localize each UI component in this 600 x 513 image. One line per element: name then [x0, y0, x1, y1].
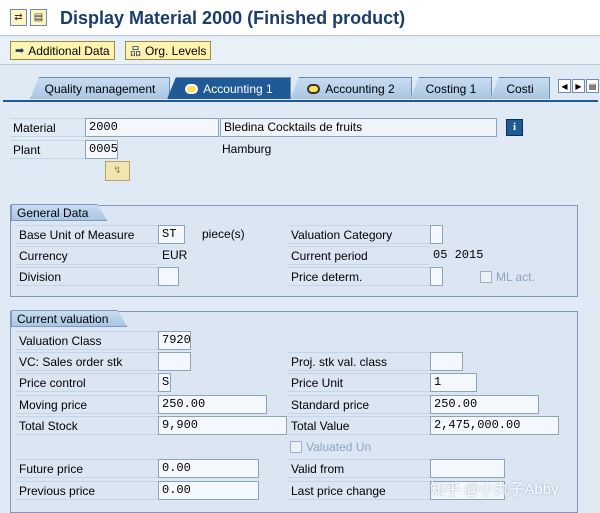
total-stock-field[interactable]: 9,900 [158, 416, 287, 435]
previous-price-label: Previous price [16, 481, 158, 500]
valuated-un-checkbox[interactable] [290, 441, 302, 453]
total-value-label: Total Value [288, 416, 430, 435]
valid-from-label: Valid from [288, 459, 430, 478]
tab-costing-2[interactable]: Costi [490, 77, 550, 99]
tab-accounting-2[interactable]: Accounting 2 [290, 77, 412, 99]
tab-scroll-left-icon[interactable]: ◀ [558, 79, 571, 93]
material-field[interactable]: 2000 [85, 118, 219, 137]
valid-from-field[interactable] [430, 459, 505, 478]
proj-stk-val-class-field[interactable] [430, 352, 463, 371]
page-title: Display Material 2000 (Finished product) [60, 8, 406, 28]
valuation-class-field[interactable]: 7920 [158, 331, 191, 350]
current-period-value: 05 2015 [433, 248, 484, 262]
tab-list-icon[interactable]: ▤ [586, 79, 599, 93]
currency-value: EUR [162, 248, 188, 262]
other-material-icon[interactable]: ⇄ [10, 9, 27, 26]
vc-sales-order-stk-label: VC: Sales order stk [16, 352, 158, 371]
plant-label: Plant [10, 140, 85, 159]
material-label: Material [10, 118, 85, 137]
document-icon[interactable]: ▤ [30, 9, 47, 26]
watermark: 知乎 @小丸子Abby [430, 481, 559, 498]
title-bar: ⇄ ▤ Display Material 2000 (Finished prod… [0, 0, 600, 36]
valuation-class-label: Valuation Class [16, 331, 158, 350]
standard-price-label: Standard price [288, 395, 430, 414]
moving-price-label: Moving price [16, 395, 158, 414]
arrow-right-icon: ➡ [15, 45, 25, 57]
plant-field[interactable]: 0005 [85, 140, 118, 159]
last-price-change-label: Last price change [288, 481, 430, 500]
currency-label: Currency [16, 246, 158, 265]
hierarchy-icon: 品 [130, 45, 141, 58]
ml-act-checkbox[interactable] [480, 271, 492, 283]
status-icon [185, 83, 199, 94]
tab-costing-1[interactable]: Costing 1 [410, 77, 492, 99]
status-icon [307, 83, 321, 94]
future-price-field[interactable]: 0.00 [158, 459, 259, 478]
price-control-field[interactable]: S [158, 373, 171, 392]
price-control-label: Price control [16, 373, 158, 392]
link-icon[interactable]: ↯ [105, 161, 130, 181]
base-uom-label: Base Unit of Measure [16, 225, 158, 244]
current-valuation-title: Current valuation [11, 310, 127, 327]
price-determ-field[interactable] [430, 267, 443, 286]
price-unit-field[interactable]: 1 [430, 373, 477, 392]
tab-quality-management[interactable]: Quality management [30, 77, 170, 99]
price-unit-label: Price Unit [288, 373, 430, 392]
general-data-title: General Data [11, 204, 107, 221]
valuation-category-field[interactable] [430, 225, 443, 244]
proj-stk-val-class-label: Proj. stk val. class [288, 352, 430, 371]
standard-price-field[interactable]: 250.00 [430, 395, 539, 414]
tab-accounting-1[interactable]: Accounting 1 [167, 77, 291, 99]
application-toolbar: ➡ Additional Data 品 Org. Levels [0, 37, 600, 65]
future-price-label: Future price [16, 459, 158, 478]
vc-sales-order-stk-field[interactable] [158, 352, 191, 371]
org-levels-button[interactable]: 品 Org. Levels [125, 41, 212, 60]
tab-strip: Quality management Accounting 1 Accounti… [0, 76, 600, 100]
total-stock-label: Total Stock [16, 416, 158, 435]
current-period-label: Current period [288, 246, 430, 265]
division-field[interactable] [158, 267, 179, 286]
valuation-category-label: Valuation Category [288, 225, 430, 244]
valuated-un-label: Valuated Un [306, 440, 372, 454]
base-uom-field[interactable]: ST [158, 225, 185, 244]
additional-data-button[interactable]: ➡ Additional Data [10, 41, 115, 60]
division-label: Division [16, 267, 158, 286]
price-determ-label: Price determ. [288, 267, 430, 286]
total-value-field[interactable]: 2,475,000.00 [430, 416, 559, 435]
ml-act-label: ML act. [496, 270, 535, 284]
tab-scroll-right-icon[interactable]: ▶ [572, 79, 585, 93]
material-description-field[interactable]: Bledina Cocktails de fruits [220, 118, 497, 137]
previous-price-field[interactable]: 0.00 [158, 481, 259, 500]
plant-description: Hamburg [222, 142, 272, 156]
moving-price-field[interactable]: 250.00 [158, 395, 267, 414]
info-icon[interactable]: i [506, 119, 523, 136]
base-uom-text: piece(s) [202, 227, 245, 241]
